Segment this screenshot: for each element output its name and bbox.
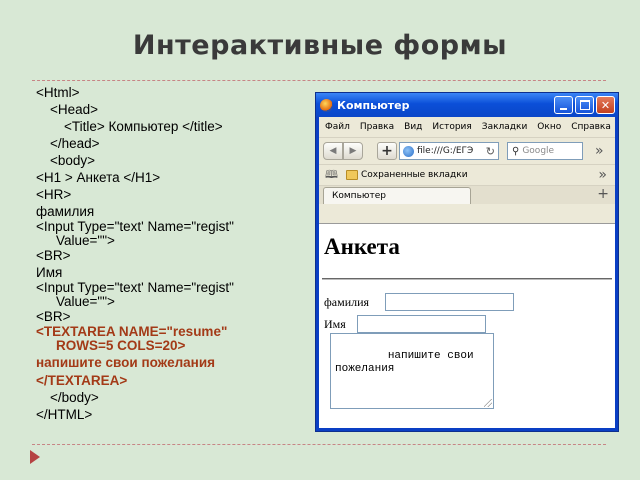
address-bar[interactable]: file:///G:/ЕГЭ ↻ [399,142,499,160]
search-placeholder: Google [522,146,555,156]
menu-view[interactable]: Вид [404,122,422,132]
menu-history[interactable]: История [432,122,471,132]
textarea-text: напишите свои пожелания [335,350,474,375]
code-line: фамилия [36,204,95,219]
code-line: <Head> [50,102,99,117]
horizontal-rule [322,278,612,280]
code-line: ROWS=5 COLS=20> [56,338,186,353]
close-button[interactable]: ✕ [596,96,615,114]
code-line: <HR> [36,187,72,202]
globe-icon [403,145,414,157]
wishes-textarea[interactable]: напишите свои пожелания [330,333,494,409]
code-line: Value=""> [56,233,115,248]
slide-title: Интерактивные формы [132,30,508,61]
new-tab-icon[interactable]: + [597,186,609,202]
maximize-icon [579,100,590,110]
window-titlebar[interactable]: Компьютер ✕ [316,93,618,117]
search-bar[interactable]: ⚲ Google [507,142,583,160]
code-line: напишите свои пожелания [36,355,216,370]
bookmarks-toolbar: 🕮 Сохраненные вкладки » [319,164,615,185]
name-label: Имя [324,317,346,331]
navigation-toolbar: ◀ ▶ + file:///G:/ЕГЭ ↻ ⚲ Google » [319,137,615,164]
page-content: Анкета фамилия Имя напишите свои пожелан… [319,223,615,428]
tab-strip: Компьютер + [319,185,615,204]
code-line: Value=""> [56,294,115,309]
code-line: <BR> [36,248,71,263]
window-title: Компьютер [337,98,410,112]
firefox-icon [320,98,333,112]
overflow-chevron-icon[interactable]: » [595,143,604,159]
code-line: <Html> [36,85,80,100]
forward-button[interactable]: ▶ [343,142,363,160]
tab-computer[interactable]: Компьютер [323,187,471,204]
menu-bookmarks[interactable]: Закладки [482,122,528,132]
forward-arrow-icon: ▶ [349,146,357,156]
menu-bar: Файл Правка Вид История Закладки Окно Сп… [319,117,615,137]
minimize-button[interactable] [554,96,573,114]
name-input[interactable] [357,315,486,333]
book-icon[interactable]: 🕮 [325,166,338,185]
back-button[interactable]: ◀ [323,142,343,160]
code-line: </body> [50,390,99,405]
bottom-divider [32,444,606,445]
code-line: </head> [50,136,100,151]
bookmark-saved-tabs[interactable]: Сохраненные вкладки [361,170,468,180]
folder-icon [345,170,358,180]
code-line: <TEXTAREA NAME="resume" [36,324,228,339]
code-line: </HTML> [36,407,93,422]
code-line: <Title> Компьютер </title> [64,119,223,134]
plus-icon: + [381,143,393,159]
code-line: <BR> [36,309,71,324]
code-line: <body> [50,153,96,168]
code-line: Имя [36,265,63,280]
surname-label: фамилия [324,295,370,309]
maximize-button[interactable] [575,96,594,114]
code-line: <Input Type="text' Name="regist" [36,280,234,295]
menu-edit[interactable]: Правка [360,122,394,132]
nav-arrow-icon[interactable] [30,450,40,464]
menu-window[interactable]: Окно [537,122,561,132]
code-line: <H1 > Анкета </H1> [36,170,161,185]
bookmarks-chevron-icon[interactable]: » [598,167,607,183]
page-heading: Анкета [324,234,400,259]
address-text: file:///G:/ЕГЭ [417,146,474,156]
add-bookmark-button[interactable]: + [377,142,397,160]
menu-help[interactable]: Справка [571,122,611,132]
reload-icon[interactable]: ↻ [486,145,495,158]
browser-client: Файл Правка Вид История Закладки Окно Сп… [319,117,615,428]
resize-grip-icon[interactable] [484,399,492,407]
code-listing: <Html> <Head> <Title> Компьютер </title>… [36,84,306,423]
surname-input[interactable] [385,293,514,311]
code-line: <Input Type="text' Name="regist" [36,219,234,234]
menu-file[interactable]: Файл [325,122,350,132]
top-divider [32,80,606,81]
back-arrow-icon: ◀ [329,146,337,156]
minimize-icon [560,107,567,110]
browser-window: Компьютер ✕ Файл Правка Вид История Закл… [315,92,619,432]
search-icon: ⚲ [512,145,520,157]
code-line: </TEXTAREA> [36,373,128,388]
close-icon: ✕ [600,98,611,112]
